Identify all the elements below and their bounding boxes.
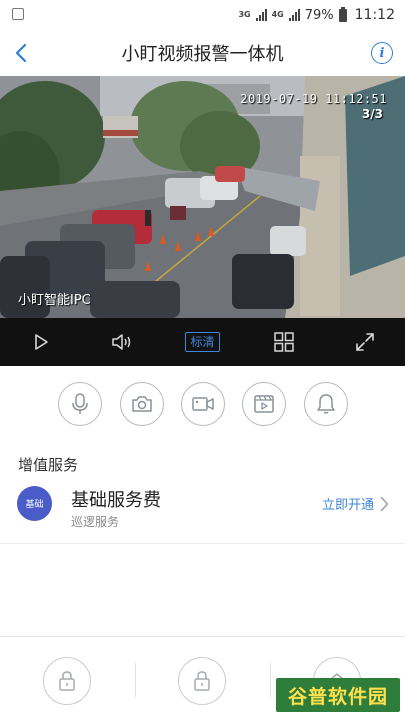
section-title-value-added-services: 增值服务 [18,456,79,474]
play-button[interactable] [0,318,81,366]
signal-icon [288,9,300,21]
alarm-bell-icon [317,394,335,414]
title-bar: 小盯视频报警一体机 i [0,30,405,76]
snapshot-button[interactable] [120,382,164,426]
lock-icon [194,671,210,691]
video-record-icon [192,397,214,411]
fullscreen-icon [355,333,374,351]
lock-icon [59,671,75,691]
camera-label: 小盯智能IPC [18,293,91,308]
network-type-3g: 3G [238,10,251,19]
battery-icon [338,6,347,22]
info-button[interactable]: i [371,42,393,64]
status-icons: 3G 4G 79% 11:12 [238,5,395,25]
alarm-button[interactable] [304,382,348,426]
nav-separator [135,663,136,697]
camera-feed-image [0,76,405,318]
clock: 11:12 [354,7,395,23]
camera-icon [132,396,152,412]
multi-view-button[interactable] [243,318,324,366]
microphone-icon [72,393,88,414]
video-toolbar: 标清 [0,318,405,366]
service-badge: 基础 [17,486,52,521]
nav-separator [270,663,271,697]
battery-percent: 79% [304,7,334,23]
activate-now-button[interactable]: 立即开通 [322,494,389,513]
fullscreen-button[interactable] [324,318,405,366]
channel-page-indicator: 3/3 [361,107,383,121]
volume-icon [111,334,130,350]
status-bar: 3G 4G 79% 11:12 [0,0,405,30]
volume-button[interactable] [81,318,162,366]
lock-button-1[interactable] [43,657,91,705]
activate-now-label: 立即开通 [321,498,374,513]
playback-icon [254,395,274,413]
chevron-right-icon [380,496,389,511]
video-player[interactable]: 2019-07-19 11:12:51 3/3 小盯智能IPC [0,76,405,318]
info-icon: i [379,45,385,61]
divider [0,543,405,544]
signal-icon [255,9,267,21]
network-type-4g: 4G [271,10,284,19]
quality-button[interactable]: 标清 [185,332,220,352]
record-button[interactable] [181,382,225,426]
talk-button[interactable] [58,382,102,426]
play-icon [34,334,48,350]
page-title: 小盯视频报警一体机 [121,44,284,65]
quality-toggle[interactable]: 标清 [162,318,243,366]
service-subtitle: 巡逻服务 [71,515,120,529]
action-bar [0,382,405,432]
playback-button[interactable] [242,382,286,426]
notification-icon [12,8,24,20]
service-item[interactable]: 基础 基础服务费 巡逻服务 立即开通 [0,478,405,544]
video-timestamp: 2019-07-19 11:12:51 [240,92,387,106]
lock-button-2[interactable] [178,657,226,705]
service-name: 基础服务费 [71,490,161,511]
watermark-logo: 谷普软件园 [276,678,400,712]
grid-icon [273,332,294,352]
